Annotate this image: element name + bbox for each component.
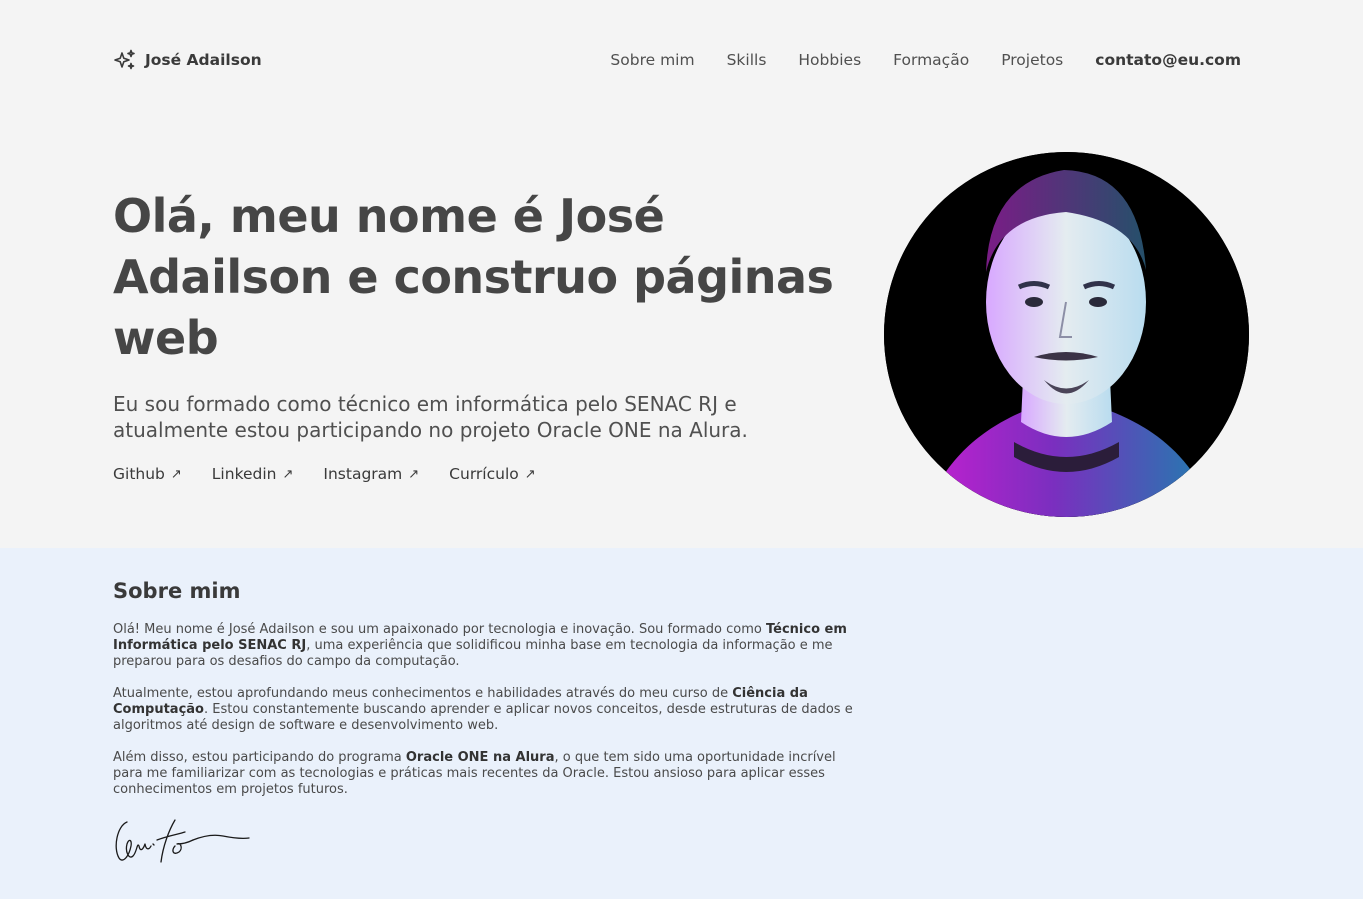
about-paragraph-1: Olá! Meu nome é José Adailson e sou um a… — [113, 622, 853, 670]
about-p2-text-a: Atualmente, estou aprofundando meus conh… — [113, 686, 733, 701]
github-label: Github — [113, 465, 165, 483]
linkedin-label: Linkedin — [211, 465, 277, 483]
curriculo-label: Currículo — [449, 465, 519, 483]
nav-link-projetos[interactable]: Projetos — [1001, 51, 1063, 69]
nav-email-link[interactable]: contato@eu.com — [1095, 51, 1241, 69]
external-arrow-icon: ↗ — [408, 466, 420, 482]
curriculo-link[interactable]: Currículo ↗ — [449, 465, 535, 483]
external-arrow-icon: ↗ — [524, 466, 536, 482]
signature-image — [113, 816, 253, 870]
external-arrow-icon: ↗ — [282, 466, 294, 482]
sparkle-icon — [113, 48, 137, 72]
brand-name: José Adailson — [145, 51, 262, 69]
instagram-link[interactable]: Instagram ↗ — [323, 465, 419, 483]
nav-link-sobre-mim[interactable]: Sobre mim — [610, 51, 694, 69]
about-p1-text-a: Olá! Meu nome é José Adailson e sou um a… — [113, 622, 766, 637]
about-paragraph-2: Atualmente, estou aprofundando meus conh… — [113, 686, 853, 734]
about-p2-text-c: . Estou constantemente buscando aprender… — [113, 702, 853, 733]
about-paragraphs: Olá! Meu nome é José Adailson e sou um a… — [113, 622, 853, 814]
instagram-label: Instagram — [323, 465, 403, 483]
profile-photo — [884, 152, 1249, 517]
nav-link-skills[interactable]: Skills — [727, 51, 767, 69]
social-links: Github ↗ Linkedin ↗ Instagram ↗ Currícul… — [113, 465, 536, 483]
about-paragraph-3: Além disso, estou participando do progra… — [113, 750, 853, 798]
linkedin-link[interactable]: Linkedin ↗ — [212, 465, 294, 483]
hero-section: José Adailson Sobre mim Skills Hobbies F… — [0, 0, 1363, 548]
brand[interactable]: José Adailson — [113, 48, 262, 72]
about-title: Sobre mim — [113, 579, 241, 603]
nav-link-formacao[interactable]: Formação — [893, 51, 969, 69]
about-section: Sobre mim Olá! Meu nome é José Adailson … — [0, 548, 1363, 899]
hero-headline: Olá, meu nome é José Adailson e construo… — [113, 189, 834, 365]
external-arrow-icon: ↗ — [170, 466, 182, 482]
hero-subtitle: Eu sou formado como técnico em informáti… — [113, 392, 748, 442]
navbar: José Adailson Sobre mim Skills Hobbies F… — [113, 46, 1241, 74]
nav-links: Sobre mim Skills Hobbies Formação Projet… — [610, 51, 1241, 69]
about-p3-text-a: Além disso, estou participando do progra… — [113, 750, 406, 765]
about-p3-highlight: Oracle ONE na Alura — [405, 750, 555, 765]
github-link[interactable]: Github ↗ — [113, 465, 182, 483]
nav-link-hobbies[interactable]: Hobbies — [798, 51, 861, 69]
